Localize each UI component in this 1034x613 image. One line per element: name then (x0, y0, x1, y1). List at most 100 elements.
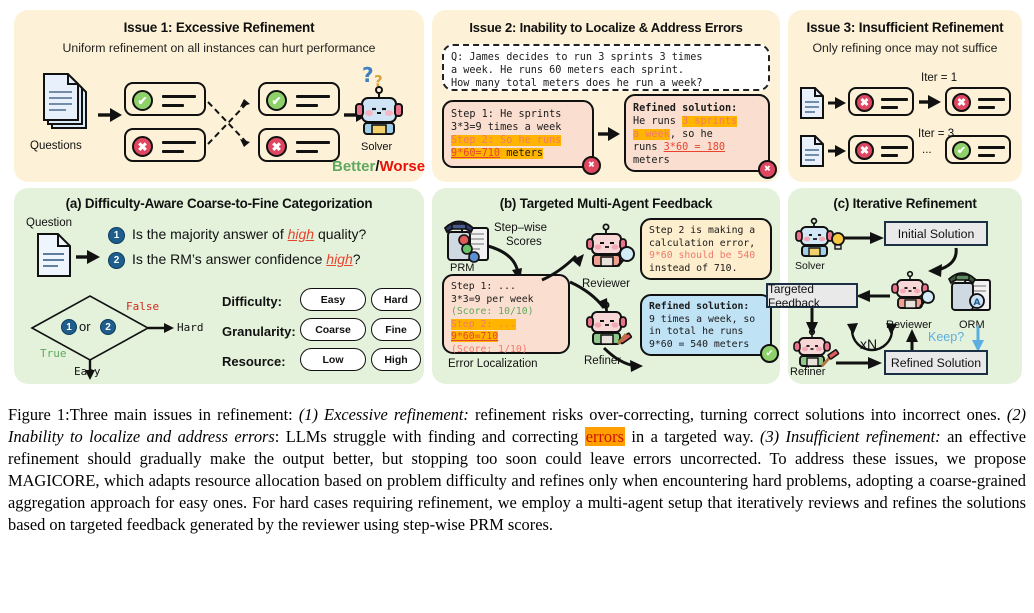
reviewer-robot-icon (582, 222, 638, 283)
error-localization-box: Step 1: ... 3*3=9 per week (Score: 10/10… (442, 274, 570, 355)
questions-doc-icon (38, 72, 96, 139)
initial-line-2: 3*3=9 times a week (451, 122, 562, 134)
panel-issue-3: Issue 3: Insufficient Refinement Only re… (788, 10, 1022, 182)
caption-p3: in a targeted way. (624, 427, 760, 447)
criterion-2-emphasis: high (326, 251, 353, 267)
panel-b: (b) Targeted Multi-Agent Feedback PRM St… (432, 188, 780, 384)
arrow-solver-to-initial (844, 232, 884, 244)
initial-line-1: Step 1: He sprints (451, 109, 562, 120)
outcome-worse-label: Worse (379, 158, 426, 175)
keep-label: Keep? (928, 330, 965, 344)
panel-c: (c) Iterative Refinement Solver Initial … (766, 188, 1022, 384)
criterion-1-emphasis: high (287, 226, 315, 242)
correct-badge-icon: ✔ (952, 141, 971, 160)
stepwise-scores-label-line1: Step–wise (494, 222, 548, 234)
solver-label: Solver (361, 141, 393, 153)
figure-caption: Figure 1:Three main issues in refinement… (8, 404, 1026, 536)
arrow-refiner-to-output (602, 346, 643, 372)
caption-errors-highlight: errors (584, 427, 625, 447)
arrow-initial-to-refined (598, 127, 620, 141)
incorrect-badge-icon: ✖ (582, 156, 601, 175)
refined-l1-pre: He runs (633, 116, 683, 128)
figure-1: Issue 1: Excessive Refinement Uniform re… (0, 0, 1034, 613)
loc-line-6-score: (Score: 1/10) (451, 343, 528, 355)
solution-card-right-correct: ✔ (258, 82, 340, 116)
incorrect-badge-icon: ✖ (266, 136, 287, 157)
refined-l1-highlight: 3 sprints (682, 116, 738, 128)
rev-line-2: calculation error, (649, 237, 756, 249)
incorrect-badge-icon: ✖ (952, 93, 971, 112)
issue2-title: Issue 2: Inability to Localize & Address… (469, 20, 743, 35)
caption-p5: , which adapts resource allocation based… (8, 471, 1026, 535)
initial-line-4-highlight: 9*60=710 (451, 148, 501, 160)
refiner-output-box: Refined solution: 9 times a week, so in … (640, 294, 779, 363)
refined-l3-pre: runs (633, 142, 664, 154)
node-targeted-feedback[interactable]: Targeted Feedback (766, 282, 858, 310)
row-label-granularity: Granularity: (222, 324, 296, 339)
correct-badge-icon: ✔ (132, 90, 153, 111)
caption-p0: Three main issues in refinement: (69, 405, 299, 424)
incorrect-badge-icon: ✖ (132, 136, 153, 157)
caption-p2: : LLMs struggle with finding and correct… (274, 427, 585, 447)
svg-text:?: ? (362, 63, 374, 87)
pill-resource-high[interactable]: High (371, 348, 421, 371)
question-doc-icon (798, 86, 826, 125)
criterion-1-text: Is the majority answer of high quality? (132, 226, 366, 242)
refined-l2-highlight: a week (633, 129, 670, 141)
issue3-card-row2-end: ✔ (945, 135, 1011, 164)
false-label: False (126, 300, 160, 313)
refined-l2-tail: , so he (669, 129, 713, 141)
questions-label: Questions (30, 140, 82, 152)
pill-granularity-fine[interactable]: Fine (371, 318, 421, 341)
issue3-subtitle: Only refining once may not suffice (812, 40, 998, 55)
panel-a: (a) Difficulty-Aware Coarse-to-Fine Cate… (14, 188, 424, 384)
correct-badge-icon: ✔ (266, 90, 287, 111)
pill-resource-low[interactable]: Low (300, 348, 366, 371)
arrow-doc-to-card-1 (828, 97, 846, 109)
question-box: Q: James decides to run 3 sprints 3 time… (442, 44, 770, 91)
pill-difficulty-easy[interactable]: Easy (300, 288, 366, 311)
panel-a-title: (a) Difficulty-Aware Coarse-to-Fine Cate… (65, 196, 373, 211)
refined-l3-underline: 3*60 = 180 (663, 142, 726, 154)
solver-label: Solver (795, 260, 825, 272)
orm-icon: A (946, 268, 996, 321)
criterion-number-1: 1 (108, 227, 125, 244)
row-label-difficulty: Difficulty: (222, 294, 282, 309)
caption-magicore: MAGICORE (8, 471, 96, 491)
caption-issue-1-italic: (1) Excessive refinement: (298, 405, 469, 424)
panel-c-title: (c) Iterative Refinement (833, 196, 977, 211)
criterion-1-pre: Is the majority answer of (132, 226, 288, 242)
criterion-2-pre: Is the RM’s answer confidence (132, 251, 327, 267)
arrow-reviewer-to-feedback (856, 290, 890, 302)
crossover-dashed-arrows (207, 99, 250, 147)
loc-line-3-score: (Score: 10/10) (451, 306, 534, 318)
issue3-card-row1-end: ✖ (945, 87, 1011, 116)
rev-line-1: Step 2 is making a (649, 225, 756, 236)
rev-line-4: instead of 710. (649, 262, 738, 274)
node-refined-solution[interactable]: Refined Solution (884, 350, 988, 375)
correct-badge-icon: ✔ (760, 344, 779, 363)
arrow-questions-to-solutions (98, 108, 122, 122)
issue2-initial-solution-box: Step 1: He sprints 3*3=9 times a week St… (442, 100, 601, 175)
true-label: True (40, 347, 67, 360)
solution-card-left-correct: ✔ (124, 82, 206, 116)
panel-b-title: (b) Targeted Multi-Agent Feedback (499, 196, 713, 211)
refined-header: Refined solution: (633, 103, 738, 114)
caption-issue-3-italic: (3) Insufficient refinement: (759, 427, 941, 447)
pill-granularity-coarse[interactable]: Coarse (300, 318, 366, 341)
solution-card-left-incorrect: ✖ (124, 128, 206, 162)
ref-header: Refined solution: (649, 301, 750, 312)
loc-line-5-highlight: 9*60=710 (451, 331, 499, 343)
ref-line-2: in total he runs (649, 326, 744, 338)
incorrect-badge-icon: ✖ (758, 160, 777, 179)
initial-line-3-highlight: Step 2: So he runs (451, 135, 562, 147)
loc-line-4-highlight: Step 2: ... (451, 318, 516, 330)
incorrect-badge-icon: ✖ (855, 93, 874, 112)
pill-difficulty-hard[interactable]: Hard (371, 288, 421, 311)
arrow-doc-to-card-2 (828, 145, 846, 157)
diamond-number-1: 1 (61, 319, 77, 335)
panel-a-question-label: Question (26, 217, 73, 229)
incorrect-badge-icon: ✖ (855, 141, 874, 160)
node-initial-solution[interactable]: Initial Solution (884, 221, 988, 246)
issue3-card-row1-start: ✖ (848, 87, 914, 116)
